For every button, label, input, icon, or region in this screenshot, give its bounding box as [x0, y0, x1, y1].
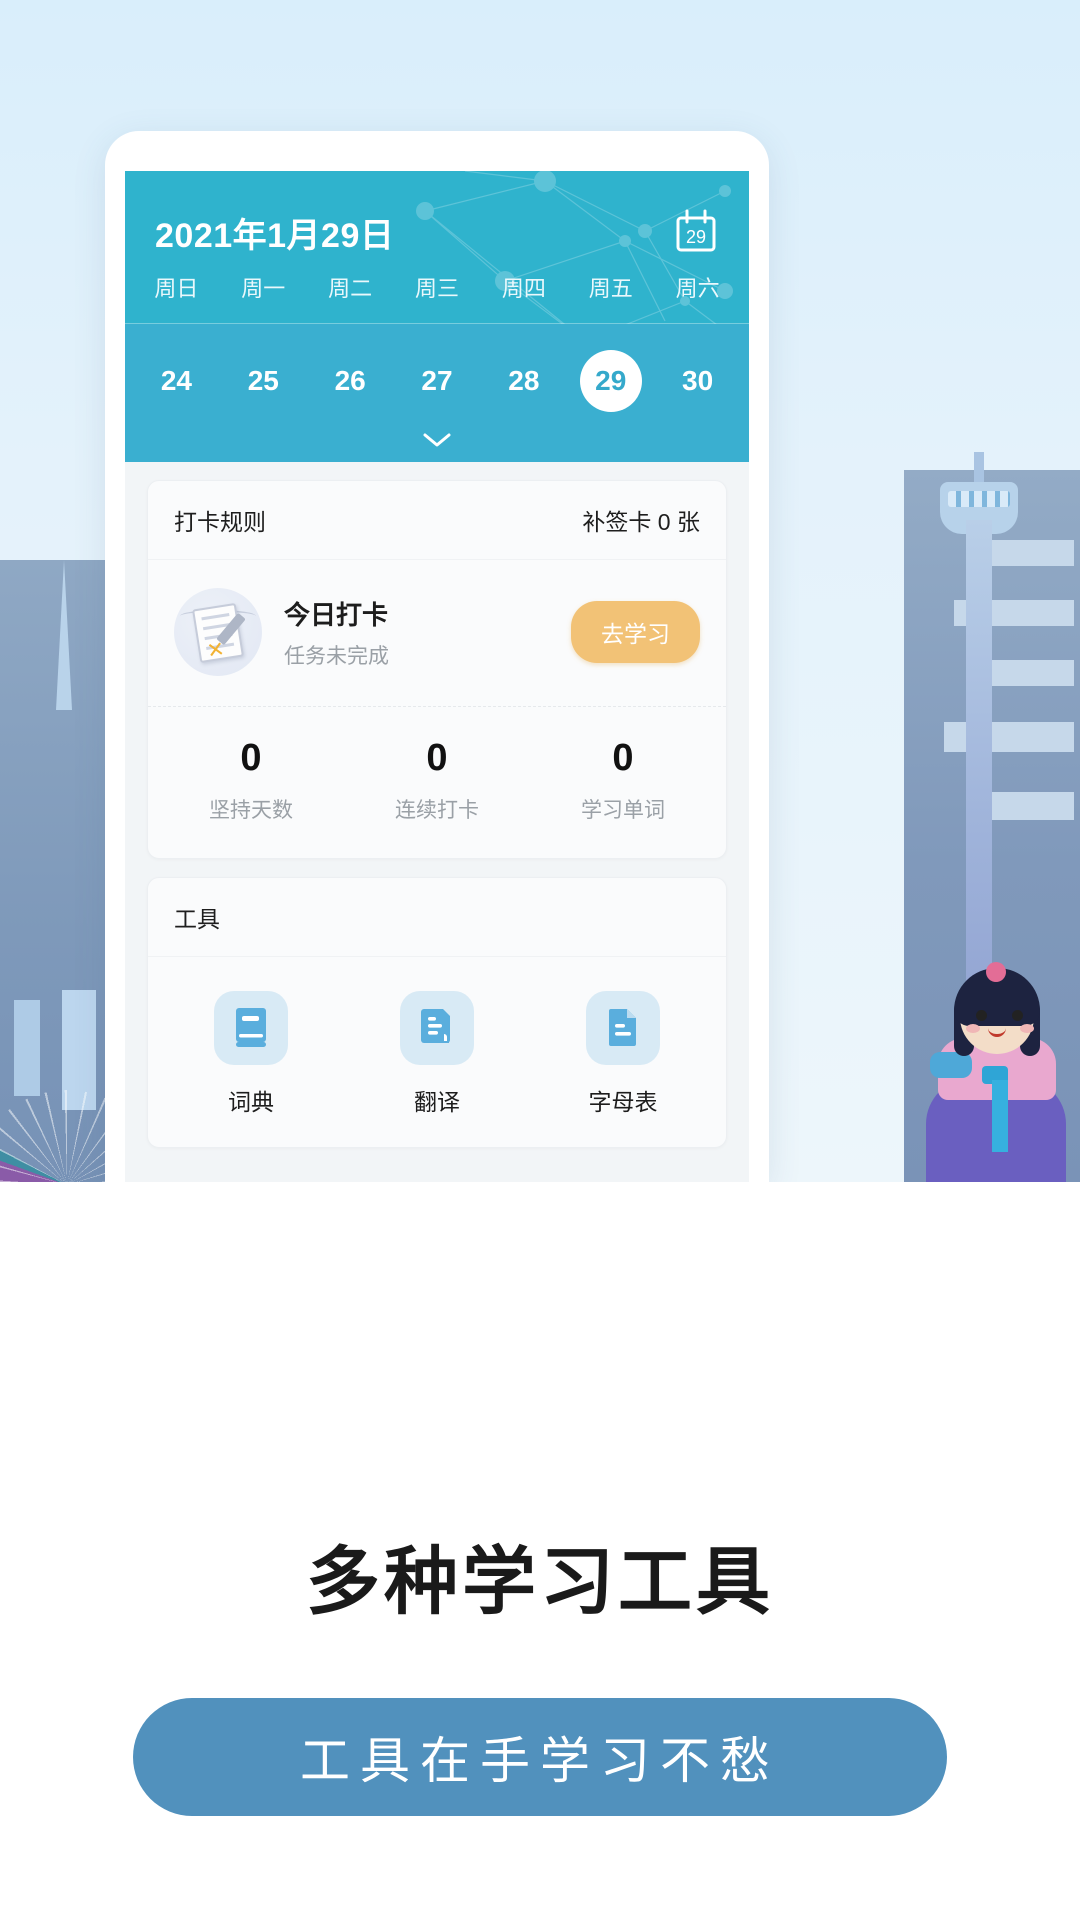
stat-consecutive-checkins: 0 连续打卡: [344, 737, 530, 824]
stat-label: 坚持天数: [209, 799, 293, 822]
cheek-left: [966, 1024, 980, 1033]
weekday-wed: 周三: [415, 276, 460, 301]
today-checkin-row: ✕ 今日打卡 任务未完成 去学习: [148, 560, 726, 707]
promo-section: 多种学习工具 工具在手学习不愁: [0, 1182, 1080, 1920]
eye-left: [976, 1010, 987, 1021]
tool-label: 词典: [228, 1089, 274, 1115]
stat-label: 连续打卡: [395, 799, 479, 822]
right-building-1: [978, 540, 1074, 566]
weekday-header-row: 周日 周一 周二 周三 周四 周五 周六: [125, 263, 749, 323]
today-checkin-title: 今日打卡: [284, 599, 389, 630]
day-cell-29-selected[interactable]: 29: [567, 350, 654, 412]
tool-label: 翻译: [414, 1089, 460, 1115]
cheek-right: [1020, 1024, 1034, 1033]
day-cell-25[interactable]: 25: [220, 350, 307, 412]
day-cell-27[interactable]: 27: [394, 350, 481, 412]
day-cell-26[interactable]: 26: [307, 350, 394, 412]
tool-dictionary[interactable]: 词典: [158, 991, 344, 1117]
day-number: 27: [421, 365, 453, 396]
day-cell-24[interactable]: 24: [133, 350, 220, 412]
eye-right: [1012, 1010, 1023, 1021]
weekday-thu: 周四: [501, 276, 546, 301]
tools-section-title: 工具: [148, 878, 726, 957]
weekday-tue: 周二: [328, 276, 373, 301]
tool-translate[interactable]: 翻译: [344, 991, 530, 1117]
calendar-title-row: 2021年1月29日 29: [125, 171, 749, 263]
hair-flower-icon: [986, 962, 1006, 982]
day-number: 24: [160, 365, 192, 396]
makeup-card-count[interactable]: 补签卡 0 张: [582, 503, 700, 537]
weekday-sun: 周日: [154, 276, 199, 301]
weekday-mon: 周一: [241, 276, 286, 301]
day-number: 30: [682, 365, 714, 396]
checkin-stats-row: 0 坚持天数 0 连续打卡 0 学习单词: [148, 707, 726, 858]
right-building-4: [944, 722, 1074, 752]
stat-value: 0: [426, 737, 448, 779]
go-study-button[interactable]: 去学习: [571, 601, 700, 663]
tools-card: 工具 词典 翻译 字母表: [147, 877, 727, 1148]
calendar-icon[interactable]: 29: [673, 209, 719, 255]
checkin-illustration-icon: ✕: [174, 588, 262, 676]
translate-document-icon: [400, 991, 474, 1065]
hanbok-sleeve: [930, 1052, 972, 1078]
left-building-window-a: [14, 1000, 40, 1096]
stat-value: 0: [612, 737, 634, 779]
chevron-down-icon: [423, 433, 451, 447]
day-number-selected: 29: [579, 350, 642, 412]
hanbok-ribbon-tail: [992, 1080, 1008, 1152]
checkin-rules-link[interactable]: 打卡规则: [174, 503, 266, 537]
stat-value: 0: [240, 737, 262, 779]
tool-alphabet[interactable]: 字母表: [530, 991, 716, 1117]
weekday-sat: 周六: [675, 276, 720, 301]
today-checkin-status: 任务未完成: [284, 644, 389, 668]
calendar-day-strip: 24 25 26 27 28 29 30: [125, 324, 749, 462]
tools-grid: 词典 翻译 字母表: [148, 957, 726, 1147]
day-cell-28[interactable]: 28: [480, 350, 567, 412]
current-date-label: 2021年1月29日: [155, 216, 395, 255]
day-number: 25: [247, 365, 279, 396]
promo-headline: 多种学习工具: [306, 1540, 774, 1623]
day-row: 24 25 26 27 28 29 30: [125, 324, 749, 418]
incomplete-cross-icon: ✕: [205, 637, 227, 664]
expand-calendar-button[interactable]: [125, 418, 749, 462]
calendar-header: 2021年1月29日 29 周日 周一 周二 周三 周四 周五 周六 24 25…: [125, 171, 749, 462]
tool-label: 字母表: [588, 1089, 658, 1115]
promo-cta-button[interactable]: 工具在手学习不愁: [133, 1698, 947, 1816]
weekday-fri: 周五: [588, 276, 633, 301]
file-text-icon: [586, 991, 660, 1065]
phone-mockup-frame: 2021年1月29日 29 周日 周一 周二 周三 周四 周五 周六 24 25…: [105, 131, 769, 1182]
checkin-card-header: 打卡规则 补签卡 0 张: [148, 481, 726, 560]
day-cell-30[interactable]: 30: [654, 350, 741, 412]
day-number: 28: [508, 365, 540, 396]
checkin-card: 打卡规则 补签卡 0 张 ✕ 今日打卡 任务未完成 去学习 0 坚持天数 0 连…: [147, 480, 727, 859]
app-screen: 2021年1月29日 29 周日 周一 周二 周三 周四 周五 周六 24 25…: [125, 171, 749, 1182]
calendar-icon-day: 29: [686, 227, 706, 247]
stat-words-learned: 0 学习单词: [530, 737, 716, 824]
stat-label: 学习单词: [581, 799, 665, 822]
book-icon: [214, 991, 288, 1065]
hanbok-girl-illustration: [920, 960, 1068, 1182]
stat-persist-days: 0 坚持天数: [158, 737, 344, 824]
checkin-text-block: 今日打卡 任务未完成: [284, 595, 571, 670]
day-number: 26: [334, 365, 366, 396]
